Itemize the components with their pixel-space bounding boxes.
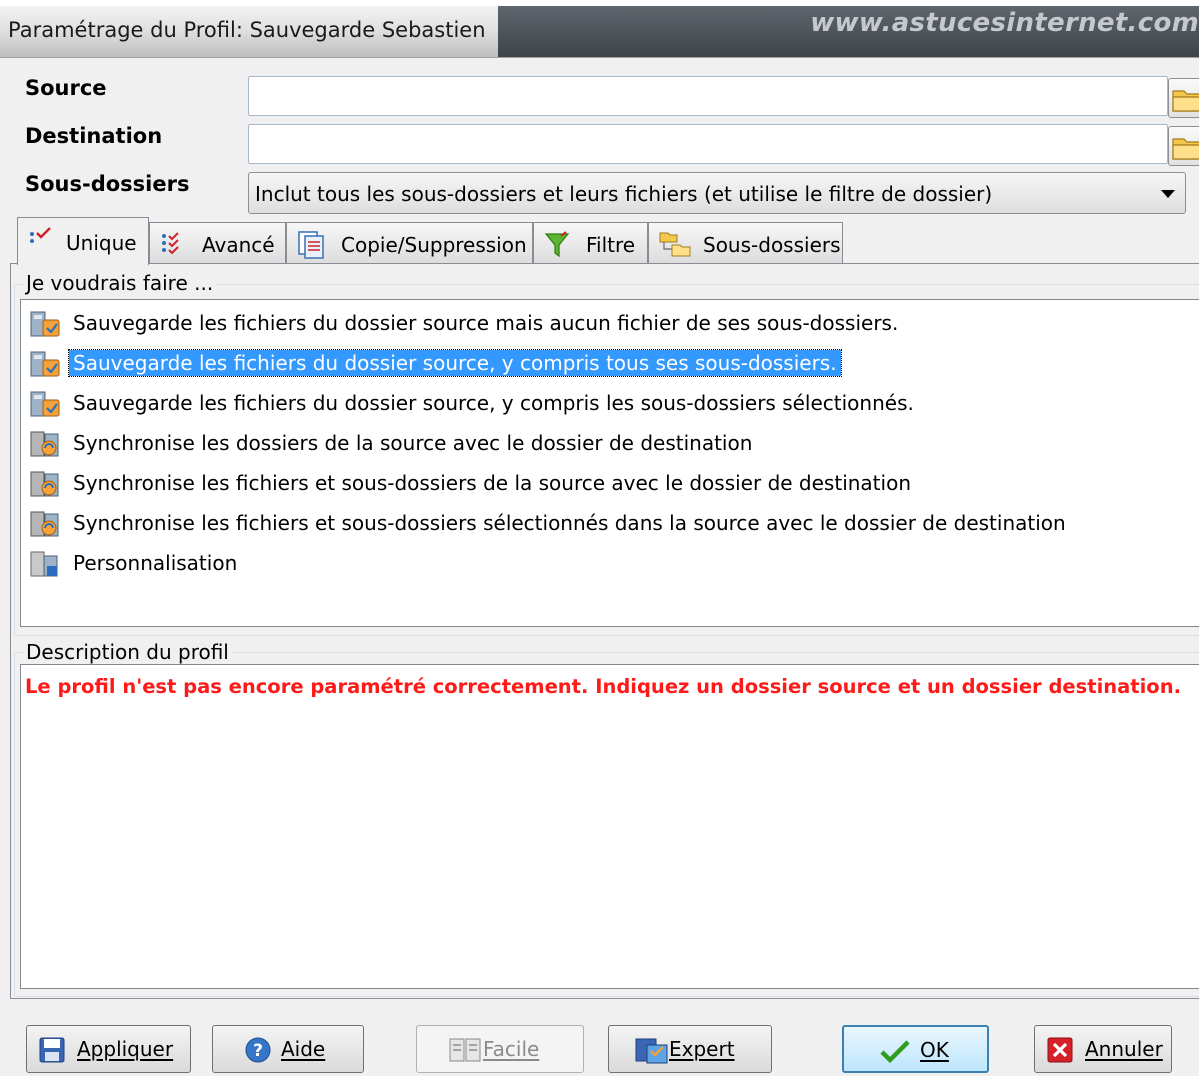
checkmark-icon [880,1040,910,1064]
tab-label: Avancé [202,233,275,257]
folder-tree-icon [659,232,691,257]
chevron-down-icon [1161,190,1175,198]
tab-label: Unique [66,231,137,255]
close-icon [1047,1037,1073,1063]
funnel-icon [544,231,570,258]
title-bar: Paramétrage du Profil: Sauvegarde Sebast… [0,0,1199,58]
option-label: Synchronise les dossiers de la source av… [73,431,753,455]
help-icon: ? [245,1037,271,1063]
easy-button[interactable]: Facile [416,1025,584,1073]
svg-text:?: ? [253,1041,263,1061]
source-browse-button[interactable] [1168,78,1199,118]
window-title: Paramétrage du Profil: Sauvegarde Sebast… [8,18,486,42]
option-label: Synchronise les fichiers et sous-dossier… [73,471,911,495]
apply-label: Appliquer [77,1037,174,1061]
save-icon [39,1037,65,1063]
destination-label: Destination [25,124,163,148]
destination-browse-button[interactable] [1168,126,1199,166]
sync-icon [30,511,59,537]
option-label: Sauvegarde les fichiers du dossier sourc… [73,391,914,415]
option-label: Sauvegarde les fichiers du dossier sourc… [73,311,899,335]
tab-label: Copie/Suppression [341,233,527,257]
tab-label: Sous-dossiers [703,233,841,257]
advanced-list-icon [162,232,179,255]
tab-sous-dossiers[interactable]: Sous-dossiers [648,222,843,264]
checklist-icon [30,227,51,243]
apply-button[interactable]: Appliquer [26,1025,191,1073]
destination-input[interactable] [248,124,1168,164]
list-item[interactable]: Personnalisation [27,546,1197,582]
cancel-label: Annuler [1085,1037,1163,1061]
backup-icon [30,391,60,417]
copy-delete-icon [298,231,324,259]
subfolders-dropdown[interactable]: Inclut tous les sous-dossiers et leurs f… [248,172,1186,214]
option-label: Synchronise les fichiers et sous-dossier… [73,511,1066,535]
subfolders-label: Sous-dossiers [25,172,190,196]
tab-avance[interactable]: Avancé [149,222,286,264]
easy-label: Facile [483,1037,540,1061]
list-item[interactable]: Synchronise les fichiers et sous-dossier… [27,506,1197,542]
folder-icon [1172,90,1199,112]
subfolders-selected-value: Inclut tous les sous-dossiers et leurs f… [255,182,993,206]
tab-copie-suppression[interactable]: Copie/Suppression [286,222,533,264]
description-text: Le profil n'est pas encore paramétré cor… [25,675,1181,698]
option-label: Sauvegarde les fichiers du dossier sourc… [68,349,842,377]
description-group-title: Description du profil [23,640,232,664]
tab-filtre[interactable]: Filtre [533,222,648,264]
list-item[interactable]: Sauvegarde les fichiers du dossier sourc… [27,306,1197,342]
description-box: Le profil n'est pas encore paramétré cor… [20,664,1199,989]
watermark: www.astucesinternet.com [810,8,1199,38]
help-label: Aide [281,1037,326,1061]
options-list[interactable]: Sauvegarde les fichiers du dossier sourc… [20,299,1199,627]
options-group-title: Je voudrais faire ... [23,271,217,295]
expert-label: Expert [669,1037,735,1061]
list-item[interactable]: Sauvegarde les fichiers du dossier sourc… [27,386,1197,422]
expert-mode-icon [635,1038,668,1064]
source-input[interactable] [248,76,1168,116]
sync-icon [30,471,59,497]
list-item[interactable]: Synchronise les fichiers et sous-dossier… [27,466,1197,502]
option-label: Personnalisation [73,551,238,575]
source-label: Source [25,76,107,100]
ok-button[interactable]: OK [842,1025,989,1073]
expert-button[interactable]: Expert [608,1025,772,1073]
ok-label: OK [920,1038,949,1062]
tab-unique[interactable]: Unique [17,217,149,265]
help-button[interactable]: ? Aide [212,1025,364,1073]
custom-icon [30,551,58,577]
list-item[interactable]: Synchronise les dossiers de la source av… [27,426,1197,462]
backup-icon [30,311,60,337]
easy-mode-icon [449,1038,481,1062]
backup-icon [30,351,60,377]
tab-label: Filtre [586,233,636,257]
folder-icon [1172,138,1199,160]
list-item-selected[interactable]: Sauvegarde les fichiers du dossier sourc… [27,346,1197,382]
cancel-button[interactable]: Annuler [1034,1025,1172,1073]
sync-icon [30,431,59,457]
